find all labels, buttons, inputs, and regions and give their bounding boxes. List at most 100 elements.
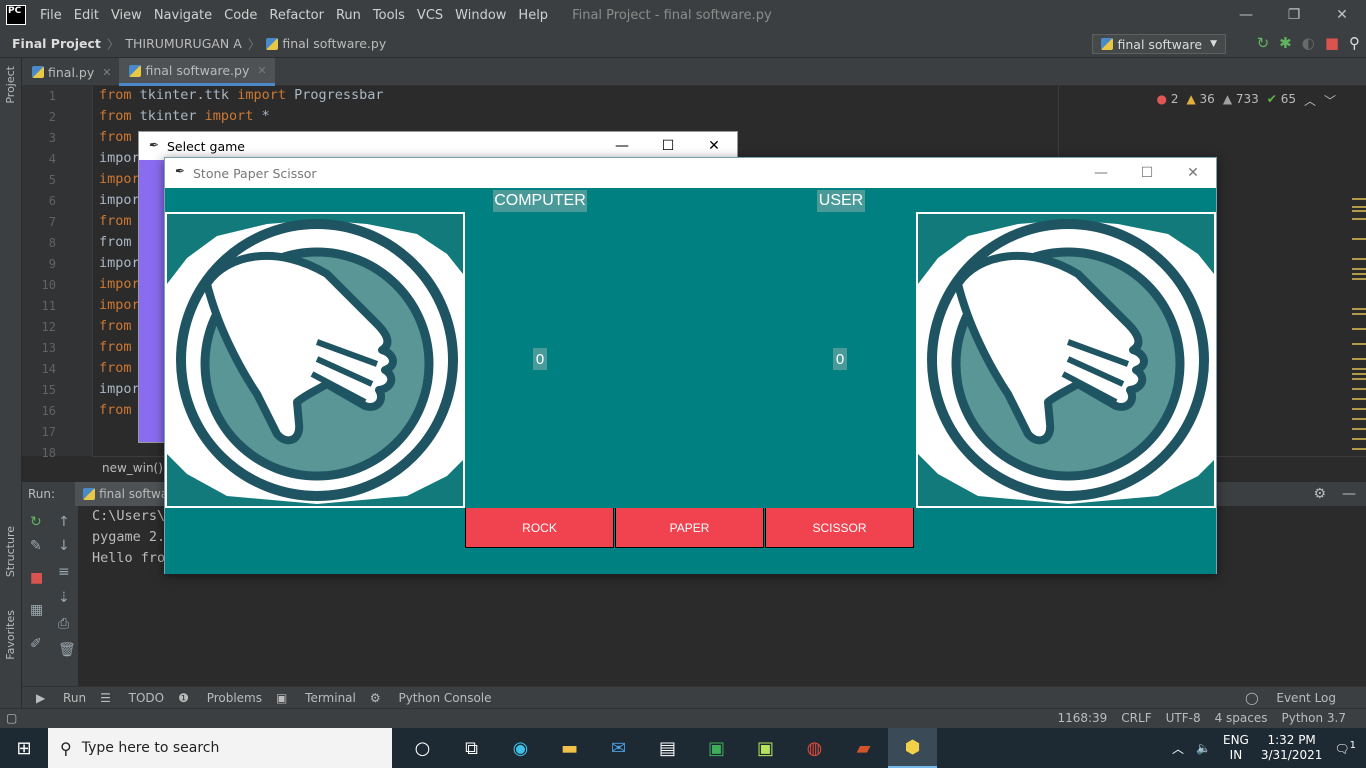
wrench-icon[interactable]: ✎ xyxy=(30,538,42,554)
menu-navigate[interactable]: Navigate xyxy=(148,8,218,23)
maximize-icon[interactable]: ☐ xyxy=(1124,158,1170,188)
file-encoding[interactable]: UTF-8 xyxy=(1166,711,1201,725)
close-tab-icon[interactable]: ✕ xyxy=(257,64,266,77)
select-game-title-bar[interactable]: ✒ Select game — ☐ ✕ xyxy=(139,132,737,160)
game-title-bar[interactable]: ✒ Stone Paper Scissor — ☐ ✕ xyxy=(165,158,1216,188)
menu-vcs[interactable]: VCS xyxy=(411,8,449,23)
trash-icon[interactable]: 🗑 xyxy=(58,642,76,658)
project-tool-tab[interactable]: Project xyxy=(4,66,17,104)
minimize-icon[interactable]: — xyxy=(1222,0,1270,30)
error-stripe-mark[interactable] xyxy=(1352,343,1366,345)
menu-window[interactable]: Window xyxy=(449,8,512,23)
stop-icon[interactable]: ■ xyxy=(1325,34,1339,52)
error-stripe[interactable] xyxy=(1352,198,1366,498)
error-stripe-mark[interactable] xyxy=(1352,308,1366,310)
menu-edit[interactable]: Edit xyxy=(68,8,105,23)
line-separator[interactable]: CRLF xyxy=(1121,711,1151,725)
soft-wrap-icon[interactable]: ≡ xyxy=(58,564,70,580)
scissor-button[interactable]: SCISSOR xyxy=(765,508,914,548)
python-app-icon[interactable]: ⬢ xyxy=(888,728,937,768)
favorites-tool-tab[interactable]: Favorites xyxy=(4,610,17,660)
chevron-down-icon[interactable]: ﹀ xyxy=(1324,92,1336,109)
paper-button[interactable]: PAPER xyxy=(615,508,764,548)
error-stripe-mark[interactable] xyxy=(1352,218,1366,220)
error-stripe-mark[interactable] xyxy=(1352,198,1366,200)
hide-icon[interactable]: — xyxy=(1342,486,1356,502)
error-stripe-mark[interactable] xyxy=(1352,378,1366,380)
breadcrumb-file[interactable]: final software.py xyxy=(282,36,386,51)
rerun-icon[interactable]: ↻ xyxy=(1257,34,1270,52)
error-stripe-mark[interactable] xyxy=(1352,398,1366,400)
tool-run[interactable]: ▶ Run xyxy=(36,691,86,705)
breadcrumb-folder[interactable]: THIRUMURUGAN A xyxy=(125,36,241,51)
tab-final-software-py[interactable]: final software.py ✕ xyxy=(119,58,275,86)
file-explorer-icon[interactable]: ▬ xyxy=(545,728,594,768)
search-icon[interactable]: ⚲ xyxy=(1349,34,1360,52)
clock[interactable]: 1:32 PM 3/31/2021 xyxy=(1261,733,1323,763)
menu-help[interactable]: Help xyxy=(512,8,554,23)
tool-todo[interactable]: ☰ TODO xyxy=(100,691,164,705)
menu-tools[interactable]: Tools xyxy=(367,8,411,23)
error-stripe-mark[interactable] xyxy=(1352,388,1366,390)
arrow-down-icon[interactable]: ↓ xyxy=(58,538,70,554)
tool-problems[interactable]: ❶ Problems xyxy=(178,691,262,705)
error-stripe-mark[interactable] xyxy=(1352,368,1366,370)
close-icon[interactable]: ✕ xyxy=(691,132,737,160)
pycharm-icon[interactable]: ▣ xyxy=(741,728,790,768)
error-stripe-mark[interactable] xyxy=(1352,358,1366,360)
error-stripe-mark[interactable] xyxy=(1352,210,1366,212)
mail-icon[interactable]: ✉ xyxy=(594,728,643,768)
chevron-up-icon[interactable]: ︿ xyxy=(1172,740,1184,757)
error-stripe-mark[interactable] xyxy=(1352,268,1366,270)
stop-icon[interactable]: ■ xyxy=(30,570,43,586)
error-stripe-mark[interactable] xyxy=(1352,373,1366,375)
chrome-icon[interactable]: ◍ xyxy=(790,728,839,768)
close-tab-icon[interactable]: ✕ xyxy=(102,66,111,79)
menu-view[interactable]: View xyxy=(105,8,148,23)
error-stripe-mark[interactable] xyxy=(1352,328,1366,330)
error-stripe-mark[interactable] xyxy=(1352,206,1366,208)
restore-icon[interactable]: ❐ xyxy=(1270,0,1318,30)
tool-window-toggle-icon[interactable]: ▢ xyxy=(6,711,17,725)
python-interpreter[interactable]: Python 3.7 xyxy=(1282,711,1347,725)
menu-run[interactable]: Run xyxy=(330,8,367,23)
taskbar-search-box[interactable]: ⚲ Type here to search xyxy=(48,728,392,768)
gear-icon[interactable]: ⚙ xyxy=(1313,486,1326,502)
minimize-icon[interactable]: — xyxy=(599,132,645,160)
menu-code[interactable]: Code xyxy=(218,8,263,23)
run-configuration-select[interactable]: final software ▼ xyxy=(1092,34,1226,54)
caret-position[interactable]: 1168:39 xyxy=(1057,711,1107,725)
edge-icon[interactable]: ◉ xyxy=(496,728,545,768)
powerpoint-icon[interactable]: ▰ xyxy=(839,728,888,768)
inspection-widget[interactable]: ● 2 ▲ 36 ▲ 733 ✔ 65 ︿ ﹀ xyxy=(1157,92,1336,109)
layout-icon[interactable]: ▦ xyxy=(30,602,43,618)
chevron-up-icon[interactable]: ︿ xyxy=(1304,92,1316,109)
breadcrumb-project[interactable]: Final Project xyxy=(12,36,101,51)
rock-button[interactable]: ROCK xyxy=(465,508,614,548)
volume-icon[interactable]: 🔈 xyxy=(1196,741,1211,755)
event-log[interactable]: ◯ Event Log xyxy=(1245,691,1336,705)
pin-icon[interactable]: ✐ xyxy=(30,636,42,652)
error-stripe-mark[interactable] xyxy=(1352,313,1366,315)
error-stripe-mark[interactable] xyxy=(1352,418,1366,420)
coverage-icon[interactable]: ◐ xyxy=(1302,34,1315,52)
menu-file[interactable]: File xyxy=(34,8,68,23)
language-indicator[interactable]: ENG IN xyxy=(1223,733,1249,763)
classroom-icon[interactable]: ▣ xyxy=(692,728,741,768)
tool-terminal[interactable]: ▣ Terminal xyxy=(276,691,356,705)
indent-setting[interactable]: 4 spaces xyxy=(1215,711,1268,725)
scroll-to-end-icon[interactable]: ⇣ xyxy=(58,590,70,606)
store-icon[interactable]: ▤ xyxy=(643,728,692,768)
print-icon[interactable]: ⎙ xyxy=(58,616,69,632)
windows-start-icon[interactable]: ⊞ xyxy=(0,728,48,768)
error-stripe-mark[interactable] xyxy=(1352,238,1366,240)
task-view-icon[interactable]: ⧉ xyxy=(447,728,496,768)
error-stripe-mark[interactable] xyxy=(1352,438,1366,440)
menu-refactor[interactable]: Refactor xyxy=(263,8,330,23)
debug-bug-icon[interactable]: ✱ xyxy=(1279,34,1292,52)
minimize-icon[interactable]: — xyxy=(1078,158,1124,188)
cortana-icon[interactable]: ○ xyxy=(398,728,447,768)
tab-final-py[interactable]: final.py ✕ xyxy=(22,58,119,86)
error-stripe-mark[interactable] xyxy=(1352,273,1366,275)
close-icon[interactable]: ✕ xyxy=(1170,158,1216,188)
